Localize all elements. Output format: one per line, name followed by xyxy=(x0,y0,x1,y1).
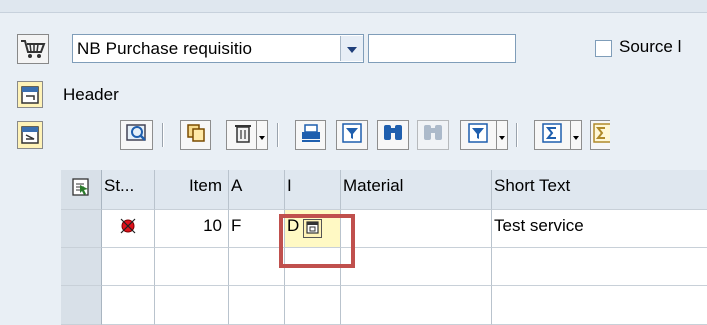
table-header-row: St... Item A I Material Short Text xyxy=(61,170,707,210)
shopping-cart-button[interactable] xyxy=(17,34,49,64)
subtotal-icon xyxy=(593,122,610,149)
header-label: Header xyxy=(63,85,119,104)
delete-icon xyxy=(233,122,253,149)
account-assignment-cell[interactable]: F xyxy=(229,210,285,248)
highlight-box xyxy=(279,214,355,268)
column-header-status[interactable]: St... xyxy=(102,170,155,210)
copy-button[interactable] xyxy=(180,120,211,150)
set-filter-icon xyxy=(467,122,491,149)
status-cell xyxy=(102,248,155,286)
item-number-cell[interactable]: 10 xyxy=(155,210,229,248)
item-category-cell[interactable] xyxy=(285,286,341,325)
sum-icon xyxy=(541,122,565,149)
document-type-select[interactable]: NB Purchase requisitio xyxy=(72,34,364,63)
material-cell[interactable] xyxy=(341,286,492,325)
print-button[interactable] xyxy=(295,120,326,150)
select-all-button[interactable] xyxy=(61,170,102,210)
sum-options-dropdown[interactable] xyxy=(570,121,581,149)
shopping-cart-icon xyxy=(20,38,46,60)
toolbar-separator xyxy=(162,123,164,147)
short-text-cell[interactable]: Test service xyxy=(492,210,707,248)
short-text-cell[interactable] xyxy=(492,248,707,286)
account-assignment-cell[interactable] xyxy=(229,286,285,325)
find-next-button[interactable] xyxy=(417,120,449,150)
delete-options-dropdown[interactable] xyxy=(256,121,267,149)
chevron-down-icon xyxy=(573,125,579,145)
short-text-cell[interactable] xyxy=(492,286,707,325)
column-header-short-text[interactable]: Short Text xyxy=(492,170,707,210)
status-cell xyxy=(102,210,155,248)
details-icon xyxy=(125,122,149,149)
toolbar-separator xyxy=(277,123,279,147)
chevron-down-icon xyxy=(346,39,358,59)
row-selector[interactable] xyxy=(61,248,102,286)
header-collapse-icon xyxy=(20,85,40,105)
column-header-item[interactable]: Item xyxy=(155,170,229,210)
row-selector[interactable] xyxy=(61,286,102,325)
item-overview-icon xyxy=(20,125,40,145)
document-number-field[interactable] xyxy=(368,34,516,63)
document-type-value: NB Purchase requisitio xyxy=(77,39,253,58)
table-row xyxy=(61,248,707,286)
source-label: Source l xyxy=(619,37,682,56)
status-cell xyxy=(102,286,155,325)
material-cell[interactable] xyxy=(341,248,492,286)
print-icon xyxy=(300,123,322,148)
filter-options-dropdown[interactable] xyxy=(496,121,507,149)
subtotal-button[interactable] xyxy=(590,120,610,150)
header-toggle-button[interactable] xyxy=(17,81,43,108)
sum-button[interactable] xyxy=(534,120,582,150)
table-row xyxy=(61,286,707,325)
chevron-down-icon xyxy=(259,125,265,145)
row-selector[interactable] xyxy=(61,210,102,248)
top-band xyxy=(0,0,707,13)
items-table: St... Item A I Material Short Text 10 F … xyxy=(61,170,707,325)
copy-icon xyxy=(185,122,207,149)
chevron-down-icon xyxy=(499,125,505,145)
column-header-material[interactable]: Material xyxy=(341,170,492,210)
details-button[interactable] xyxy=(120,120,153,150)
find-next-icon xyxy=(422,122,444,149)
dropdown-button[interactable] xyxy=(340,36,363,61)
set-filter-button[interactable] xyxy=(460,120,508,150)
column-header-item-category[interactable]: I xyxy=(285,170,341,210)
table-row: 10 F D Test service xyxy=(61,210,707,248)
filter-icon xyxy=(341,122,363,149)
filter-button[interactable] xyxy=(336,120,368,150)
item-number-cell[interactable] xyxy=(155,248,229,286)
error-status-icon xyxy=(119,217,137,240)
find-button[interactable] xyxy=(377,120,409,150)
column-header-account-assignment[interactable]: A xyxy=(229,170,285,210)
source-determination-checkbox[interactable] xyxy=(595,40,612,57)
account-assignment-cell[interactable] xyxy=(229,248,285,286)
delete-button[interactable] xyxy=(226,120,268,150)
item-overview-toggle-button[interactable] xyxy=(17,121,43,149)
material-cell[interactable] xyxy=(341,210,492,248)
select-all-icon xyxy=(71,177,91,202)
item-number-cell[interactable] xyxy=(155,286,229,325)
toolbar-separator xyxy=(516,123,518,147)
find-icon xyxy=(382,122,404,149)
